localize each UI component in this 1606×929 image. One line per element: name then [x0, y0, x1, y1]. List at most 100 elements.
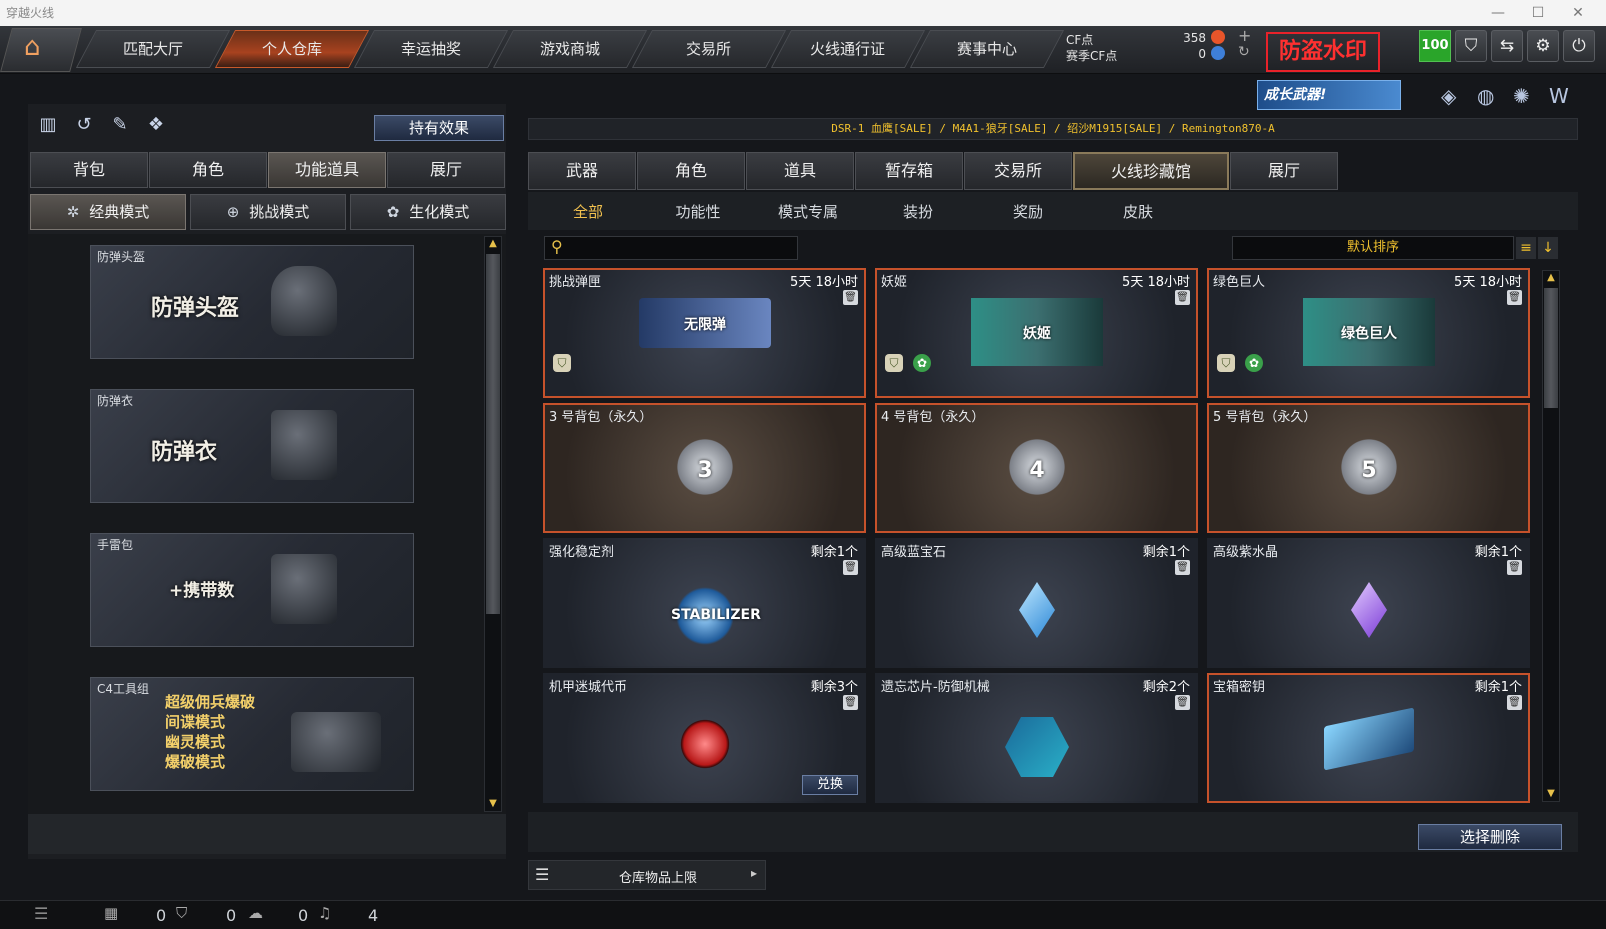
item-card[interactable]: 高级紫水晶 剩余1个 🗑: [1207, 538, 1530, 668]
sort-direction-icon[interactable]: ↓: [1538, 237, 1558, 259]
list-view-icon[interactable]: ≡: [1516, 237, 1536, 259]
grid-scroll-down-icon[interactable]: ▼: [1544, 788, 1558, 800]
left-tab-1[interactable]: 角色: [149, 152, 267, 188]
item-card[interactable]: 绿色巨人 5天 18小时 🗑 绿色巨人 ⛉ ✿: [1207, 268, 1530, 398]
left-tab-2[interactable]: 功能道具: [268, 152, 386, 188]
mode-tab-1[interactable]: ⊕ 挑战模式: [190, 194, 346, 230]
select-delete-button[interactable]: 选择删除: [1418, 824, 1562, 850]
search-input[interactable]: [573, 239, 793, 257]
chip-icon: [1005, 717, 1069, 777]
item-art-text: 绿色巨人: [1341, 326, 1397, 342]
right-tab-0[interactable]: 武器: [528, 152, 636, 190]
trash-icon[interactable]: 🗑: [1507, 695, 1522, 710]
mode-tab-2[interactable]: ✿ 生化模式: [350, 194, 506, 230]
trash-icon[interactable]: 🗑: [1175, 695, 1190, 710]
grenade-icon[interactable]: ❖: [144, 114, 168, 138]
promo-banner[interactable]: 成长武器!: [1257, 80, 1401, 110]
item-card[interactable]: 3 号背包（永久） 3: [543, 403, 866, 533]
chart-icon[interactable]: ▥: [36, 114, 60, 138]
season-cf-label: 赛季CF点: [1066, 49, 1118, 63]
menu-list-icon[interactable]: ☰: [34, 904, 48, 923]
home-button[interactable]: [0, 28, 82, 72]
power-icon[interactable]: ⏻: [1563, 30, 1595, 62]
card-label: 手雷包: [97, 538, 134, 552]
trash-icon[interactable]: 🗑: [1507, 290, 1522, 305]
shield-status-icon[interactable]: ⛉: [176, 904, 187, 922]
nav-tab-2[interactable]: 幸运抽奖: [353, 30, 509, 68]
equip-card-2[interactable]: 手雷包 +携带数: [90, 533, 414, 647]
subtab-0[interactable]: 全部: [538, 201, 638, 222]
capacity-label: 仓库物品上限: [618, 871, 697, 886]
exchange-button[interactable]: 兑换: [802, 775, 858, 795]
grid-scroll-up-icon[interactable]: ▲: [1544, 272, 1558, 284]
nav-tab-0[interactable]: 匹配大厅: [75, 30, 231, 68]
history-icon[interactable]: ↺: [72, 114, 96, 138]
chat-icon[interactable]: ☁: [248, 904, 263, 922]
speaker-icon[interactable]: ♫: [318, 904, 331, 922]
switch-icon[interactable]: ⇆: [1491, 30, 1523, 62]
subtab-5[interactable]: 皮肤: [1088, 201, 1188, 222]
sort-dropdown[interactable]: 默认排序: [1232, 236, 1514, 260]
close-button[interactable]: ✕: [1558, 0, 1598, 26]
item-name: 3 号背包（永久）: [549, 410, 653, 425]
mode-tab-0[interactable]: ✲ 经典模式: [30, 194, 186, 230]
item-card[interactable]: 4 号背包（永久） 4: [875, 403, 1198, 533]
minimize-button[interactable]: —: [1478, 0, 1518, 26]
shield-icon[interactable]: ⛉: [1455, 30, 1487, 62]
refresh-cf-icon[interactable]: ↻: [1238, 44, 1250, 60]
trash-icon[interactable]: 🗑: [843, 695, 858, 710]
equip-card-1[interactable]: 防弹衣 防弹衣: [90, 389, 414, 503]
item-card[interactable]: 5 号背包（永久） 5: [1207, 403, 1530, 533]
equip-card-0[interactable]: 防弹头盔 防弹头盔: [90, 245, 414, 359]
level-badge[interactable]: 100: [1419, 30, 1451, 62]
w-logo-icon[interactable]: W: [1549, 84, 1569, 108]
trash-icon[interactable]: 🗑: [843, 560, 858, 575]
nav-tab-1[interactable]: 个人仓库: [214, 30, 370, 68]
right-scroll-thumb[interactable]: [1544, 288, 1558, 408]
subtab-1[interactable]: 功能性: [648, 201, 748, 222]
item-card[interactable]: 机甲迷城代币 剩余3个 🗑 兑换: [543, 673, 866, 803]
wrench-icon[interactable]: ✎: [108, 114, 132, 138]
item-card[interactable]: 宝箱密钥 剩余1个 🗑: [1207, 673, 1530, 803]
helmet-icon: [271, 266, 337, 336]
right-tab-1[interactable]: 角色: [637, 152, 745, 190]
nav-tab-4[interactable]: 交易所: [631, 30, 787, 68]
add-cf-icon[interactable]: +: [1238, 26, 1251, 45]
item-card[interactable]: 强化稳定剂 剩余1个 🗑 STABILIZER: [543, 538, 866, 668]
effects-button[interactable]: 持有效果: [374, 115, 504, 141]
search-box[interactable]: ⚲: [544, 236, 798, 260]
c4-mode-line: 爆破模式: [165, 753, 226, 771]
left-tab-0[interactable]: 背包: [30, 152, 148, 188]
subtab-3[interactable]: 装扮: [868, 201, 968, 222]
right-tab-6[interactable]: 展厅: [1230, 152, 1338, 190]
item-card[interactable]: 妖姬 5天 18小时 🗑 妖姬 ⛉ ✿: [875, 268, 1198, 398]
trash-icon[interactable]: 🗑: [843, 290, 858, 305]
expand-arrow-icon[interactable]: ▸: [751, 866, 757, 880]
bomb-icon[interactable]: ✺: [1513, 84, 1530, 108]
team-icon[interactable]: ▦: [104, 904, 118, 922]
subtab-2[interactable]: 模式专属: [758, 201, 858, 222]
equip-card-3[interactable]: C4工具组 超级佣兵爆破 间谍模式 幽灵模式 爆破模式: [90, 677, 414, 791]
subtab-4[interactable]: 奖励: [978, 201, 1078, 222]
scroll-down-icon[interactable]: ▼: [486, 798, 500, 810]
trash-icon[interactable]: 🗑: [1507, 560, 1522, 575]
nav-tab-6[interactable]: 赛事中心: [909, 30, 1065, 68]
scroll-up-icon[interactable]: ▲: [486, 238, 500, 250]
item-card[interactable]: 遗忘芯片-防御机械 剩余2个 🗑: [875, 673, 1198, 803]
right-tab-3[interactable]: 暂存箱: [855, 152, 963, 190]
right-tab-4[interactable]: 交易所: [964, 152, 1072, 190]
globe-icon[interactable]: ◍: [1477, 84, 1494, 108]
right-tab-2[interactable]: 道具: [746, 152, 854, 190]
nav-tab-5[interactable]: 火线通行证: [770, 30, 926, 68]
item-card[interactable]: 高级蓝宝石 剩余1个 🗑: [875, 538, 1198, 668]
left-scroll-thumb[interactable]: [486, 254, 500, 614]
right-tab-5[interactable]: 火线珍藏馆: [1073, 152, 1229, 190]
left-tab-3[interactable]: 展厅: [387, 152, 505, 188]
trash-icon[interactable]: 🗑: [1175, 560, 1190, 575]
maximize-button[interactable]: ☐: [1518, 0, 1558, 26]
item-card[interactable]: 挑战弹匣 5天 18小时 🗑 无限弹 ⛉: [543, 268, 866, 398]
badge-v-icon[interactable]: ◈: [1441, 84, 1456, 108]
trash-icon[interactable]: 🗑: [1175, 290, 1190, 305]
settings-icon[interactable]: ⚙: [1527, 30, 1559, 62]
nav-tab-3[interactable]: 游戏商城: [492, 30, 648, 68]
